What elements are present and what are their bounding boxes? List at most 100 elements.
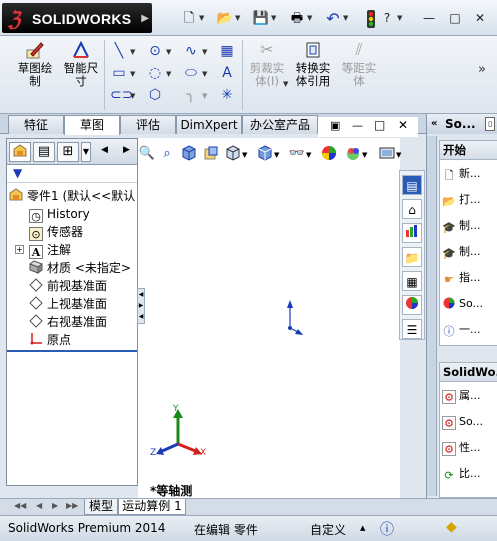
resource-item-1[interactable]: ⚙ 属... [442,386,497,406]
expand-annotations-icon[interactable]: + [15,245,24,254]
help-circle-icon[interactable]: ⓘ [380,519,394,539]
custom-properties-icon[interactable]: ☰ [402,319,422,339]
task-pane-pin-icon[interactable]: ▯ [485,117,495,131]
feature-manager-tab-icon[interactable] [9,142,31,162]
open-folder-icon[interactable]: 📂 [216,10,234,28]
tab-dimxpert[interactable]: DimXpert [176,115,242,134]
help-dropdown-icon[interactable]: ▼ [397,14,402,22]
manager-tabs-right-icon[interactable]: ▶ [123,145,130,155]
sketch-origin-icon[interactable] [282,298,306,338]
solidworks-resources-section-header[interactable]: SolidWo... [439,362,497,382]
tab-office-products[interactable]: 办公室产品 [242,115,318,134]
rollback-bar[interactable] [7,350,137,352]
line-icon[interactable]: ╲ [110,42,128,60]
hide-show-items-icon[interactable]: 👓 [288,145,306,163]
undo-dropdown-icon[interactable]: ▼ [343,14,348,22]
zoom-to-area-icon[interactable]: ⌕ [158,145,176,163]
ribbon-expand-icon[interactable]: » [478,62,486,77]
close-button[interactable]: ✕ [471,9,489,27]
view-settings-icon[interactable] [378,145,396,163]
last-tab-icon[interactable]: ▶▶ [66,501,78,510]
undo-icon[interactable]: ↶ [324,10,342,28]
design-library-icon[interactable] [402,223,422,243]
view-palette-icon[interactable]: ▦ [402,271,422,291]
home-icon[interactable]: ⌂ [402,199,422,219]
tree-item-origin[interactable]: 原点 [29,331,71,349]
rebuild-status-icon[interactable]: ◆ [446,519,457,535]
open-dropdown-icon[interactable]: ▼ [235,14,240,22]
tree-root[interactable]: 零件1 (默认<<默认 [9,187,135,205]
save-dropdown-icon[interactable]: ▼ [271,14,276,22]
view-settings-dropdown-icon[interactable]: ▼ [396,151,401,159]
display-style-icon[interactable] [256,145,274,163]
tree-item-sensors[interactable]: ⊙ 传感器 [29,223,83,241]
line-dropdown-icon[interactable]: ▼ [130,48,135,56]
doc-close-button[interactable]: ✕ [398,118,408,132]
resource-item-3[interactable]: ⚙ 性... [442,438,497,458]
panel-splitter-handle[interactable]: ◀ ▶ ◀ [137,288,145,324]
tree-item-material[interactable]: 材质 <未指定> [28,259,131,277]
help-icon[interactable]: ? [378,9,396,27]
minimize-button[interactable]: — [420,9,438,27]
solidworks-logo[interactable]: ℨ SOLIDWORKS ▶ [2,3,152,33]
text-grid-icon[interactable]: ▦ [218,42,236,60]
restore-button[interactable]: □ [446,9,464,27]
property-manager-tab-icon[interactable]: ▤ [33,142,55,162]
first-tab-icon[interactable]: ◀◀ [14,501,26,510]
circle-dropdown-icon[interactable]: ▼ [166,48,171,56]
ellipse-icon[interactable]: ⬭ [182,64,200,82]
tree-item-top-plane[interactable]: 上视基准面 [29,295,107,313]
apply-scene-dropdown-icon[interactable]: ▼ [362,151,367,159]
appearances-icon[interactable] [402,295,422,315]
task-item-open[interactable]: 📂 打... [442,190,497,210]
hide-show-dropdown-icon[interactable]: ▼ [306,151,311,159]
task-pane-collapse-icon[interactable]: « [431,114,437,134]
task-item-tutorial-2[interactable]: 🎓 制... [442,242,497,262]
polygon-icon[interactable]: ⬡ [146,86,164,104]
tree-item-right-plane[interactable]: 右视基准面 [29,313,107,331]
tab-model[interactable]: 模型 [84,499,118,515]
circle-icon[interactable]: ⊙ [146,42,164,60]
tab-motion-study-1[interactable]: 运动算例 1 [118,499,186,515]
rectangle-dropdown-icon[interactable]: ▼ [130,70,135,78]
sketch-button[interactable]: 草图绘 制 [12,40,58,88]
view-orientation-icon[interactable] [224,145,242,163]
print-dropdown-icon[interactable]: ▼ [307,14,312,22]
spline-dropdown-icon[interactable]: ▼ [202,48,207,56]
point-icon[interactable]: ✳ [218,86,236,104]
task-item-info[interactable]: ⓘ 一... [442,320,497,340]
edit-appearance-icon[interactable] [320,145,338,163]
ellipse-dropdown-icon[interactable]: ▼ [202,70,207,78]
configuration-manager-tab-icon[interactable]: ⊞ [57,142,79,162]
manager-tabs-scroll-icon[interactable]: ▼ [81,142,91,162]
task-item-new[interactable]: 🗋 新... [442,164,497,184]
trim-dropdown-icon[interactable]: ▼ [283,80,288,88]
display-style-dropdown-icon[interactable]: ▼ [274,151,279,159]
new-document-icon[interactable]: 🗋 [180,10,198,28]
convert-entities-button[interactable]: 转换实 体引用 [290,40,336,88]
next-tab-icon[interactable]: ▶ [52,501,58,510]
tab-sketch[interactable]: 草图 [64,115,120,135]
tree-item-front-plane[interactable]: 前视基准面 [29,277,107,295]
doc-menu-icon[interactable]: ▣ [330,119,340,132]
sketch-text-icon[interactable]: A [218,64,236,82]
apply-scene-icon[interactable] [344,145,362,163]
task-item-guide[interactable]: ☛ 指... [442,268,497,288]
print-icon[interactable]: 🖶 [288,10,306,28]
smart-dimension-button[interactable]: 智能尺 寸 [58,40,104,88]
filter-icon[interactable]: ▼ [13,166,22,180]
slot-icon[interactable]: ⊂⊃ [110,86,133,104]
new-dropdown-icon[interactable]: ▼ [199,14,204,22]
units-dropdown-icon[interactable]: ▲ [360,524,365,532]
getting-started-section-header[interactable]: 开始 [439,140,497,160]
previous-view-icon[interactable] [180,145,198,163]
rectangle-icon[interactable]: ▭ [110,64,128,82]
zoom-to-fit-icon[interactable]: 🔍 [138,145,156,163]
file-explorer-icon[interactable]: 📁 [402,247,422,267]
slot-dropdown-icon[interactable]: ▼ [130,92,135,100]
tree-item-annotations[interactable]: A 注解 [29,241,71,259]
resource-item-4[interactable]: ⟳ 比... [442,464,497,484]
spline-icon[interactable]: ∿ [182,42,200,60]
tab-evaluate[interactable]: 评估 [120,115,176,134]
tab-features[interactable]: 特征 [8,115,64,134]
